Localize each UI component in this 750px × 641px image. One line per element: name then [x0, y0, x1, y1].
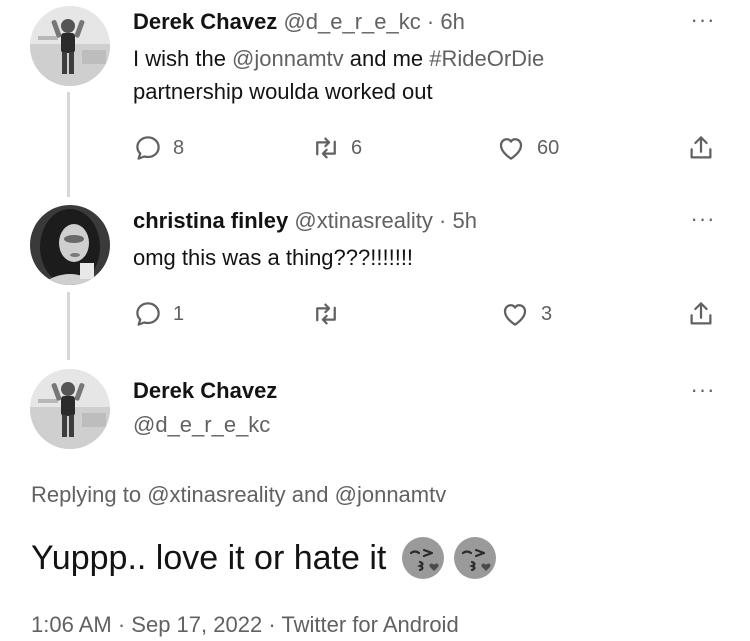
tweet-text: omg this was a thing???!!!!!!! [133, 245, 414, 270]
tweet-actions: 8 6 60 [133, 130, 718, 166]
main-author-handle[interactable]: @d_e_r_e_kc [133, 410, 270, 440]
replying-mention-jonnamtv[interactable]: @jonnamtv [335, 482, 447, 507]
avatar-derek[interactable] [30, 6, 110, 86]
reply-button[interactable]: 8 [133, 130, 184, 166]
tweet-time[interactable]: 6h [440, 9, 464, 34]
avatar-derek-main[interactable] [30, 369, 110, 449]
more-icon[interactable]: ··· [688, 206, 718, 231]
author-name[interactable]: Derek Chavez [133, 9, 277, 34]
separator: · [426, 9, 435, 34]
separator: · [117, 612, 126, 637]
tweet-date[interactable]: Sep 17, 2022 [131, 612, 262, 637]
reply-count: 8 [173, 136, 185, 159]
separator: · [268, 612, 276, 637]
author-handle[interactable]: @xtinasreality [294, 208, 433, 233]
tweet-text-line: partnership woulda worked out [133, 79, 433, 104]
replying-prefix: Replying to [31, 482, 148, 507]
tweet-source[interactable]: Twitter for Android [281, 612, 458, 637]
tweet-header: Derek Chavez @d_e_r_e_kc · 6h [133, 7, 465, 37]
heart-icon [499, 138, 523, 160]
reply-icon [136, 136, 160, 160]
share-icon [690, 302, 712, 325]
thread-line-2 [67, 292, 70, 360]
retweet-button[interactable] [311, 296, 351, 332]
share-button[interactable] [686, 296, 716, 332]
tweet-actions: 1 3 [133, 296, 718, 332]
tweet-text-part: and me [343, 46, 430, 71]
replying-to: Replying to @xtinasreality and @jonnamtv [31, 480, 446, 510]
main-author-name[interactable]: Derek Chavez [133, 376, 277, 406]
reply-count: 1 [173, 302, 185, 325]
reply-icon [136, 302, 160, 326]
more-icon[interactable]: ··· [688, 7, 718, 32]
avatar-christina[interactable] [30, 205, 110, 285]
share-icon [690, 136, 712, 159]
retweet-count: 6 [351, 136, 363, 159]
like-button[interactable]: 3 [499, 296, 552, 332]
thread-line-1 [67, 92, 70, 197]
tweet-time[interactable]: 5h [452, 208, 476, 233]
replying-mention-xtinasreality[interactable]: @xtinasreality [147, 482, 286, 507]
tweet-metadata: 1:06 AM · Sep 17, 2022 · Twitter for And… [31, 610, 459, 640]
tweet-header: christina finley @xtinasreality · 5h [133, 206, 477, 236]
author-name[interactable]: christina finley [133, 208, 288, 233]
author-handle[interactable]: @d_e_r_e_kc [283, 9, 420, 34]
separator: · [439, 208, 447, 233]
share-button[interactable] [686, 130, 716, 166]
hashtag-link[interactable]: #RideOrDie [429, 46, 544, 71]
avatar-christina-image [30, 205, 110, 285]
main-tweet-text: Yuppp.. love it or hate it [31, 534, 498, 582]
retweet-button[interactable]: 6 [311, 130, 362, 166]
kissing-face-icon [402, 537, 445, 579]
avatar-derek-main-image [30, 369, 110, 449]
heart-icon [503, 304, 527, 326]
mention-link[interactable]: @jonnamtv [232, 46, 344, 71]
retweet-icon [316, 303, 336, 325]
retweet-icon [316, 137, 336, 159]
tweet-text-part: I wish the [133, 46, 233, 71]
main-tweet-text-content: Yuppp.. love it or hate it [31, 539, 387, 577]
like-button[interactable]: 60 [495, 130, 559, 166]
tweet-timestamp[interactable]: 1:06 AM [31, 612, 112, 637]
more-icon[interactable]: ··· [688, 377, 718, 402]
avatar-derek-image [30, 6, 110, 86]
emoji-group [400, 535, 498, 581]
kissing-face-icon [454, 537, 497, 579]
like-count: 3 [541, 302, 553, 325]
like-count: 60 [537, 136, 560, 159]
tweet-text: I wish the @jonnamtv and me #RideOrDie p… [133, 42, 544, 108]
replying-and: and [285, 482, 335, 507]
reply-button[interactable]: 1 [133, 296, 184, 332]
